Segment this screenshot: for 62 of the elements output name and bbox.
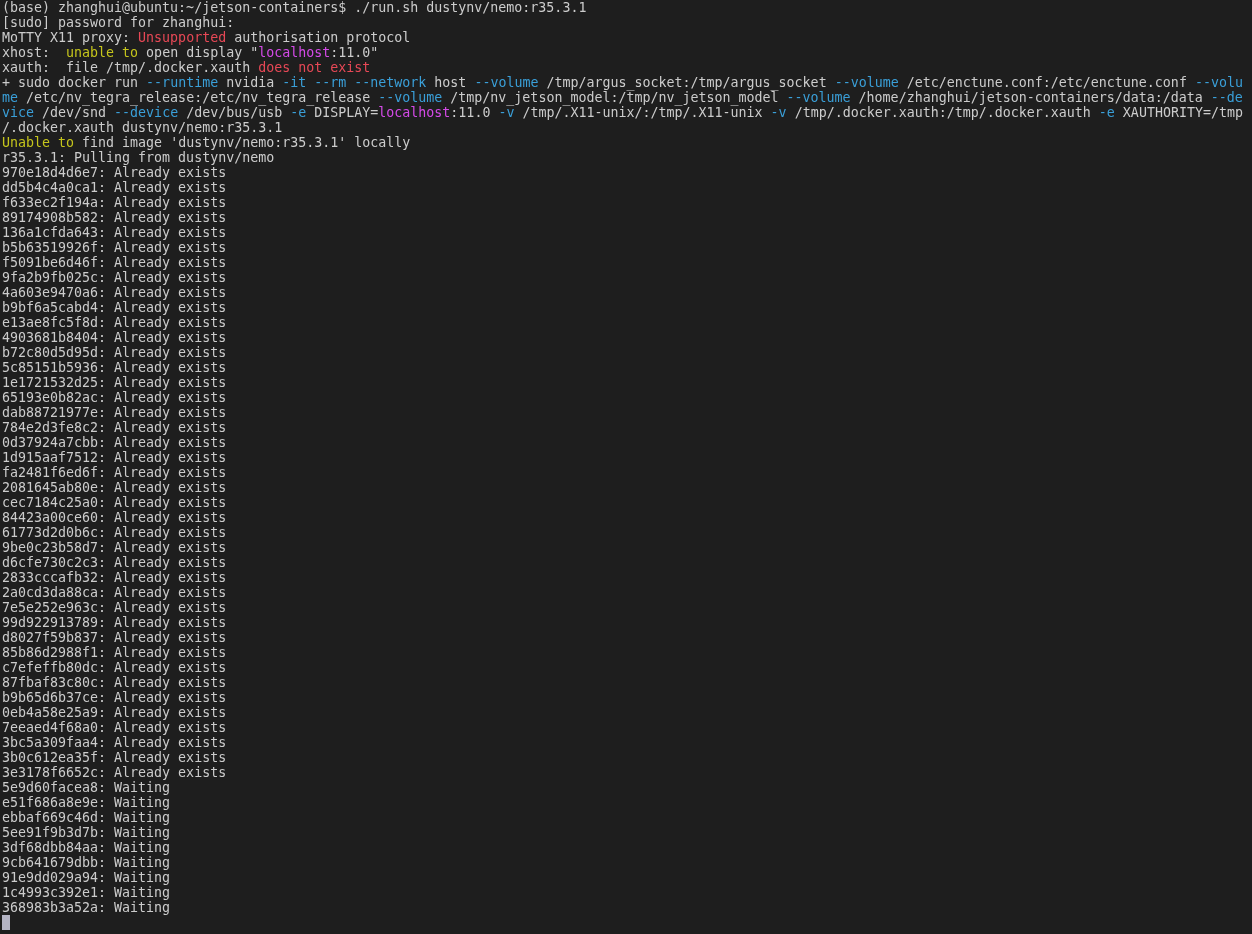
terminal-line: ebbaf669c46d: Waiting [2, 810, 171, 825]
terminal-line: fa2481f6ed6f: Already exists [2, 465, 227, 480]
terminal-line: 3df68dbb84aa: Waiting [2, 840, 171, 855]
terminal-line: 99d922913789: Already exists [2, 615, 227, 630]
terminal-line: 9fa2b9fb025c: Already exists [2, 270, 227, 285]
terminal-line: 84423a00ce60: Already exists [2, 510, 227, 525]
terminal-line: MoTTY X11 proxy: Unsupported authorisation protocol [2, 30, 411, 45]
terminal-line: 87fbaf83c80c: Already exists [2, 675, 227, 690]
terminal-line: 3bc5a309faa4: Already exists [2, 735, 227, 750]
terminal-line: [sudo] password for zhanghui: [2, 15, 235, 30]
terminal-line: 9be0c23b58d7: Already exists [2, 540, 227, 555]
terminal-line: 3b0c612ea35f: Already exists [2, 750, 227, 765]
terminal-line: 4903681b8404: Already exists [2, 330, 227, 345]
terminal-line: 2833cccafb32: Already exists [2, 570, 227, 585]
terminal-line: b9b65d6b37ce: Already exists [2, 690, 227, 705]
terminal-line: 1c4993c392e1: Waiting [2, 885, 171, 900]
terminal-line: 7e5e252e963c: Already exists [2, 600, 227, 615]
terminal-line: 61773d2d0b6c: Already exists [2, 525, 227, 540]
terminal-line: 85b86d2988f1: Already exists [2, 645, 227, 660]
terminal-line: 65193e0b82ac: Already exists [2, 390, 227, 405]
terminal-line: e13ae8fc5f8d: Already exists [2, 315, 227, 330]
terminal-line: Unable to find image 'dustynv/nemo:r35.3.1' locally [2, 135, 411, 150]
terminal-line: cec7184c25a0: Already exists [2, 495, 227, 510]
terminal-line: r35.3.1: Pulling from dustynv/nemo [2, 150, 275, 165]
terminal-line: 784e2d3fe8c2: Already exists [2, 420, 227, 435]
terminal-line: + sudo docker run --runtime nvidia -it --rm --network host --volume /tmp/argus_socket:/tmp/argus_socket --volume /etc/enctune.conf:/etc/enctune.conf --volu [2, 75, 1243, 90]
terminal-line: 1e1721532d25: Already exists [2, 375, 227, 390]
terminal-line: c7efeffb80dc: Already exists [2, 660, 227, 675]
terminal-line: d6cfe730c2c3: Already exists [2, 555, 227, 570]
terminal-line: 5c85151b5936: Already exists [2, 360, 227, 375]
text-cursor [2, 915, 10, 930]
terminal-line: me /etc/nv_tegra_release:/etc/nv_tegra_release --volume /tmp/nv_jetson_model:/tmp/nv_jetson_model --volume /home/zhanghui/jetson-containers/data:/data --de [2, 90, 1243, 105]
terminal-line: 9cb641679dbb: Waiting [2, 855, 171, 870]
terminal-line: dd5b4c4a0ca1: Already exists [2, 180, 227, 195]
terminal-line: 3e3178f6652c: Already exists [2, 765, 227, 780]
terminal-line: 5e9d60facea8: Waiting [2, 780, 171, 795]
terminal-line: 2081645ab80e: Already exists [2, 480, 227, 495]
terminal-line: 368983b3a52a: Waiting [2, 900, 171, 915]
terminal-line: d8027f59b837: Already exists [2, 630, 227, 645]
terminal-line: dab88721977e: Already exists [2, 405, 227, 420]
terminal-line: xhost: unable to open display "localhost:11.0" [2, 45, 379, 60]
terminal-line: f633ec2f194a: Already exists [2, 195, 227, 210]
terminal-line: 5ee91f9b3d7b: Waiting [2, 825, 171, 840]
terminal-line: 0d37924a7cbb: Already exists [2, 435, 227, 450]
terminal-line: f5091be6d46f: Already exists [2, 255, 227, 270]
terminal-line: 136a1cfda643: Already exists [2, 225, 227, 240]
terminal-line: b9bf6a5cabd4: Already exists [2, 300, 227, 315]
terminal-line: 1d915aaf7512: Already exists [2, 450, 227, 465]
terminal-line: 7eeaed4f68a0: Already exists [2, 720, 227, 735]
terminal-line: 0eb4a58e25a9: Already exists [2, 705, 227, 720]
terminal-line: 4a603e9470a6: Already exists [2, 285, 227, 300]
terminal-line: 2a0cd3da88ca: Already exists [2, 585, 227, 600]
terminal-line: e51f686a8e9e: Waiting [2, 795, 171, 810]
terminal-line: b72c80d5d95d: Already exists [2, 345, 227, 360]
terminal-line: xauth: file /tmp/.docker.xauth does not exist [2, 60, 371, 75]
terminal-line: b5b63519926f: Already exists [2, 240, 227, 255]
terminal-line: 970e18d4d6e7: Already exists [2, 165, 227, 180]
terminal-line: 91e9dd029a94: Waiting [2, 870, 171, 885]
terminal-line: 89174908b582: Already exists [2, 210, 227, 225]
terminal-line: (base) zhanghui@ubuntu:~/jetson-containers$ ./run.sh dustynv/nemo:r35.3.1 [2, 0, 587, 15]
terminal-line: vice /dev/snd --device /dev/bus/usb -e DISPLAY=localhost:11.0 -v /tmp/.X11-unix/:/tmp/.X11-unix -v /tmp/.docker.xauth:/tmp/.docker.xauth -e XAUTHORITY=/tmp [2, 105, 1243, 120]
terminal-line: /.docker.xauth dustynv/nemo:r35.3.1 [2, 120, 283, 135]
